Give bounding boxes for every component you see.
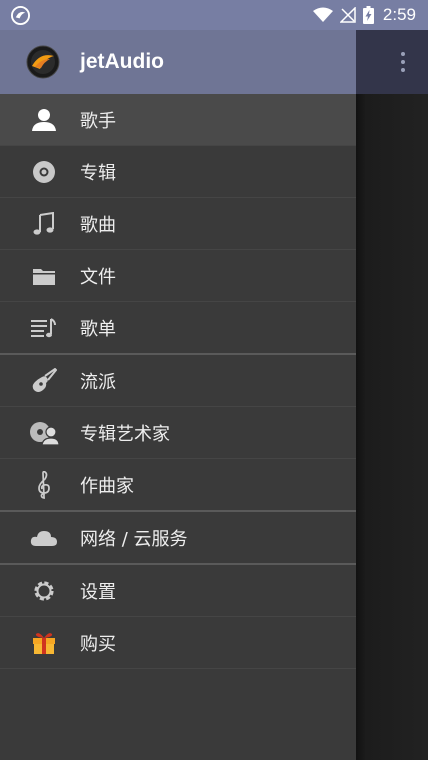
menu-item-songs[interactable]: 歌曲 xyxy=(0,198,356,250)
menu-item-label: 作曲家 xyxy=(80,475,134,497)
menu-item-albums[interactable]: 专辑 xyxy=(0,146,356,198)
wifi-icon xyxy=(312,7,333,22)
gift-icon xyxy=(29,628,59,658)
menu-item-label: 歌曲 xyxy=(80,214,116,236)
menu-item-label: 流派 xyxy=(80,371,116,393)
gear-icon xyxy=(29,576,59,606)
battery-charging-icon xyxy=(362,6,374,24)
menu-item-label: 文件 xyxy=(80,266,116,288)
menu-item-files[interactable]: 文件 xyxy=(0,250,356,302)
album-artist-icon xyxy=(29,418,59,448)
status-bar: 2:59 xyxy=(0,0,428,30)
menu-item-label: 网络 / 云服务 xyxy=(80,528,188,550)
menu-item-composers[interactable]: 作曲家 xyxy=(0,459,356,512)
menu-item-label: 设置 xyxy=(80,581,116,603)
menu-item-genres[interactable]: 流派 xyxy=(0,355,356,407)
jetaudio-notification-icon xyxy=(11,6,30,25)
disc-icon xyxy=(29,157,59,187)
app-title: jetAudio xyxy=(80,50,164,73)
menu-item-label: 歌手 xyxy=(80,110,116,132)
menu-item-label: 专辑 xyxy=(80,162,116,184)
app-toolbar xyxy=(356,30,428,94)
cloud-icon xyxy=(29,523,59,553)
menu-item-purchase[interactable]: 购买 xyxy=(0,617,356,669)
music-note-icon xyxy=(29,209,59,239)
person-icon xyxy=(29,105,59,135)
status-indicators: 2:59 xyxy=(312,5,416,25)
menu-item-settings[interactable]: 设置 xyxy=(0,565,356,617)
jetaudio-logo-icon xyxy=(26,45,60,79)
playlist-icon xyxy=(29,313,59,343)
treble-clef-icon xyxy=(29,470,59,500)
drawer-header: jetAudio xyxy=(0,30,356,94)
menu-item-label: 购买 xyxy=(80,633,116,655)
navigation-drawer: jetAudio 歌手 专辑 歌曲 文件 歌单 流派 专辑艺术家 作曲家 网络 … xyxy=(0,30,356,760)
menu-item-artists[interactable]: 歌手 xyxy=(0,94,356,146)
menu-item-label: 专辑艺术家 xyxy=(80,423,170,445)
app-content-scrim[interactable] xyxy=(356,94,428,760)
menu-item-label: 歌单 xyxy=(80,318,116,340)
status-time: 2:59 xyxy=(382,5,416,24)
menu-item-album-artists[interactable]: 专辑艺术家 xyxy=(0,407,356,459)
folder-icon xyxy=(29,261,59,291)
menu-item-playlists[interactable]: 歌单 xyxy=(0,302,356,355)
overflow-menu-icon[interactable] xyxy=(400,51,406,73)
menu-item-network-cloud[interactable]: 网络 / 云服务 xyxy=(0,512,356,565)
no-signal-icon xyxy=(339,7,356,23)
guitar-icon xyxy=(29,366,59,396)
